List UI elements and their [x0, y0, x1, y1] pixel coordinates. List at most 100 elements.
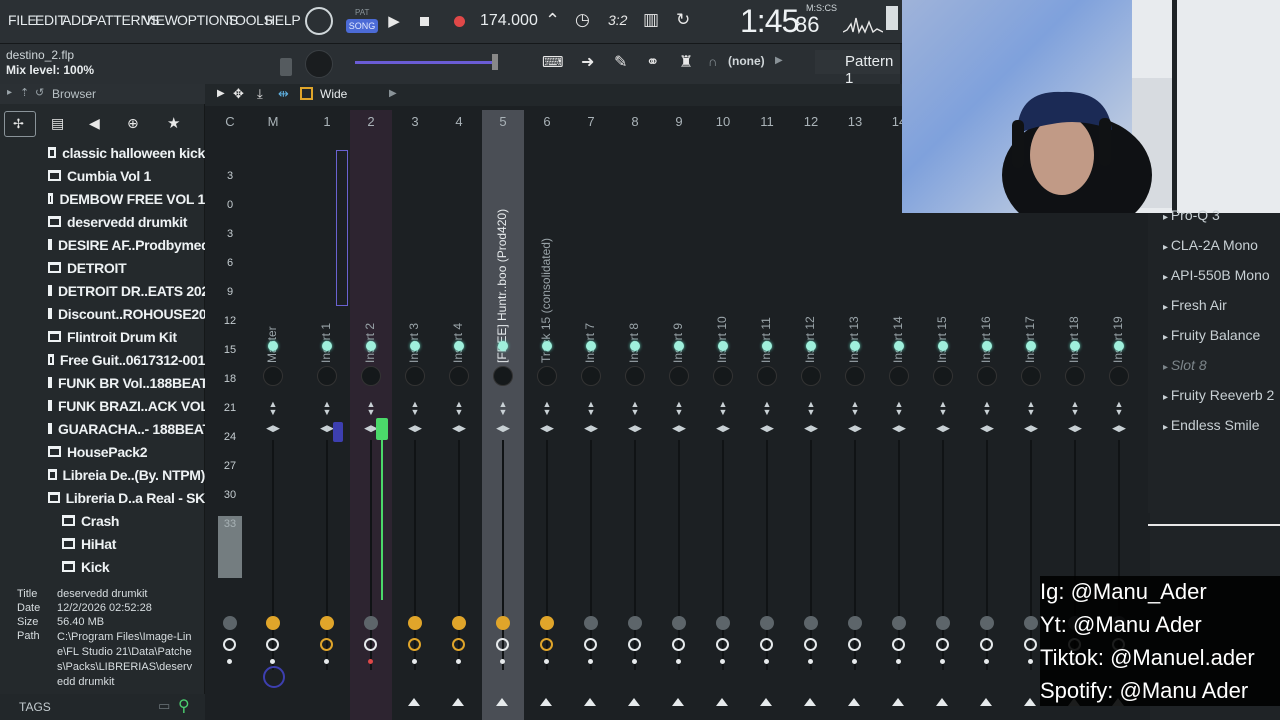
strip-enable-led[interactable] [938, 341, 948, 351]
strip-route-bulb-icon[interactable] [716, 616, 730, 630]
browser-folder[interactable]: DESIRE AF..Prodbymed] [0, 233, 205, 256]
strip-delay-comp-icon[interactable] [892, 638, 905, 651]
strip-pan-knob[interactable] [625, 366, 645, 386]
strip-stereo-arrows-icon[interactable]: ▲ ▼ ◀▶ [540, 400, 554, 433]
strip-delay-comp-icon[interactable] [540, 638, 553, 651]
arrow-right-icon[interactable]: ➜ [581, 52, 594, 72]
strip-delay-comp-icon[interactable] [364, 638, 377, 651]
strip-route-bulb-icon[interactable] [452, 616, 466, 630]
strip-send-arrow-icon[interactable] [1024, 698, 1036, 706]
strip-enable-led[interactable] [1114, 341, 1124, 351]
insert2-fader-handle[interactable] [376, 418, 388, 440]
record-button[interactable] [445, 7, 473, 35]
mixer-menu-icon[interactable]: ▶ [217, 88, 225, 99]
strip-route-bulb-icon[interactable] [496, 616, 510, 630]
files-tab-icon[interactable]: ▤ [51, 115, 64, 132]
strip-enable-led[interactable] [454, 341, 464, 351]
strip-fader-track[interactable] [272, 440, 274, 670]
strip-delay-comp-icon[interactable] [804, 638, 817, 651]
strip-sidechain-dot[interactable] [227, 659, 232, 664]
browser-folder[interactable]: Libreria D..a Real - SK [0, 486, 205, 509]
mixer-split-icon[interactable]: ⇹ [278, 86, 289, 102]
strip-enable-led[interactable] [586, 341, 596, 351]
strip-send-arrow-icon[interactable] [540, 698, 552, 706]
strip-pan-knob[interactable] [405, 366, 425, 386]
strip-sidechain-dot[interactable] [984, 659, 989, 664]
metronome-icon[interactable]: ⌃ [545, 10, 560, 31]
strip-fader-track[interactable] [898, 440, 900, 670]
folder-icon[interactable]: ▭ [158, 698, 170, 714]
strip-pan-knob[interactable] [889, 366, 909, 386]
strip-delay-comp-icon[interactable] [1024, 638, 1037, 651]
strip-stereo-arrows-icon[interactable]: ▲ ▼ ◀▶ [716, 400, 730, 433]
master-volume-knob[interactable] [280, 58, 292, 76]
channel-selector[interactable]: (none) [728, 54, 765, 68]
strip-delay-comp-icon[interactable] [716, 638, 729, 651]
mixer-strip[interactable]: 10 Insert 10 ▲ ▼ ◀▶ [702, 110, 744, 720]
strip-sidechain-dot[interactable] [808, 659, 813, 664]
mixer-layout-icon[interactable] [300, 87, 313, 100]
strip-send-arrow-icon[interactable] [408, 698, 420, 706]
browser-folder[interactable]: DETROIT [0, 256, 205, 279]
strip-enable-led[interactable] [322, 341, 332, 351]
effect-slot[interactable]: ▸ Slot 8 [1163, 357, 1207, 373]
strip-sidechain-dot[interactable] [324, 659, 329, 664]
mixer-strip[interactable]: 11 Insert 11 ▲▼◀▶ [746, 110, 788, 720]
effect-slot[interactable]: ▸ Endless Smile [1163, 417, 1260, 433]
browser-all-tab[interactable]: ✢ [4, 111, 36, 137]
strip-route-bulb-icon[interactable] [584, 616, 598, 630]
strip-stereo-arrows-icon[interactable]: ▲ ▼ ◀▶ [1068, 400, 1082, 433]
strip-enable-led[interactable] [894, 341, 904, 351]
strip-send-arrow-icon[interactable] [452, 698, 464, 706]
strip-enable-led[interactable] [498, 341, 508, 351]
strip-sidechain-dot[interactable] [896, 659, 901, 664]
strip-pan-knob[interactable] [1021, 366, 1041, 386]
strip-sidechain-dot[interactable] [852, 659, 857, 664]
strip-fader-track[interactable] [678, 440, 680, 670]
strip-route-bulb-icon[interactable] [628, 616, 642, 630]
strip-stereo-arrows-icon[interactable]: ▲ ▼ ◀▶ [804, 400, 818, 433]
strip-stereo-arrows-icon[interactable]: ▲ ▼ ◀▶ [452, 400, 466, 433]
strip-pan-knob[interactable] [1109, 366, 1129, 386]
browser-subfolder[interactable]: Kick [0, 555, 205, 578]
strip-send-arrow-icon[interactable] [936, 698, 948, 706]
master-pitch-knob[interactable] [305, 50, 333, 78]
strip-pan-knob[interactable] [845, 366, 865, 386]
strip-pan-knob[interactable] [713, 366, 733, 386]
strip-stereo-arrows-icon[interactable]: ▲ ▼ ◀▶ [408, 400, 422, 433]
strip-pan-knob[interactable] [669, 366, 689, 386]
strip-pan-knob[interactable] [537, 366, 557, 386]
strip-pan-knob[interactable] [801, 366, 821, 386]
mixer-tool-icon[interactable]: ✥ [233, 86, 244, 102]
strip-sidechain-dot[interactable] [456, 659, 461, 664]
step-edit-icon[interactable]: ▥ [643, 10, 659, 30]
strip-delay-comp-icon[interactable] [452, 638, 465, 651]
strip-enable-led[interactable] [630, 341, 640, 351]
browser-folder[interactable]: Flintroit Drum Kit [0, 325, 205, 348]
strip-enable-led[interactable] [718, 341, 728, 351]
mixer-view-arrow-icon[interactable]: ▶ [389, 88, 397, 99]
strip-pan-knob[interactable] [317, 366, 337, 386]
strip-stereo-arrows-icon[interactable]: ▲ ▼ ◀▶ [848, 400, 862, 433]
channel-arrow-icon[interactable]: ▶ [775, 55, 783, 66]
strip-sidechain-dot[interactable] [632, 659, 637, 664]
strip-fader-track[interactable] [942, 440, 944, 670]
browser-folder[interactable]: HousePack2 [0, 440, 205, 463]
strip-enable-led[interactable] [806, 341, 816, 351]
strip-send-arrow-icon[interactable] [848, 698, 860, 706]
mixer-strip[interactable]: 7 Insert 7 ▲▼◀▶ [570, 110, 612, 720]
strip-sidechain-dot[interactable] [270, 659, 275, 664]
strip-sidechain-dot[interactable] [676, 659, 681, 664]
strip-pan-knob[interactable] [977, 366, 997, 386]
mixer-strip[interactable]: 5 [FREE] Huntr..boo (Prod420) ▲ ▼ ◀▶ [482, 110, 524, 720]
strip-fader-track[interactable] [326, 440, 328, 670]
strip-enable-led[interactable] [762, 341, 772, 351]
strip-route-bulb-icon[interactable] [1024, 616, 1038, 630]
browser-folder[interactable]: Discount..ROHOUSE20 [0, 302, 205, 325]
strip-sidechain-dot[interactable] [588, 659, 593, 664]
strip-send-arrow-icon[interactable] [628, 698, 640, 706]
strip-send-arrow-icon[interactable] [584, 698, 596, 706]
strip-route-bulb-icon[interactable] [266, 616, 280, 630]
mixer-strip[interactable]: C [209, 110, 251, 720]
strip-sidechain-dot[interactable] [1028, 659, 1033, 664]
